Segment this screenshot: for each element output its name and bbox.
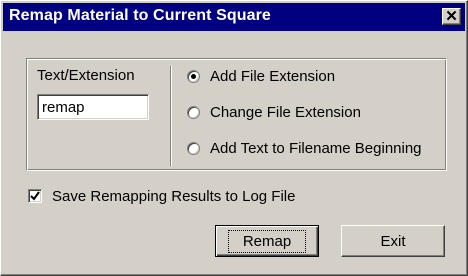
window-title: Remap Material to Current Square [9, 7, 271, 24]
remap-button[interactable]: Remap [215, 225, 319, 257]
exit-button-label: Exit [380, 232, 406, 250]
remap-options-group: Text/Extension Add File Extension Change… [26, 58, 447, 171]
close-button[interactable]: ✕ [442, 8, 461, 25]
close-icon: ✕ [445, 8, 458, 25]
radio-change-file-extension-label: Change File Extension [210, 103, 361, 121]
save-log-checkbox[interactable] [28, 189, 42, 203]
radio-add-text-to-filename-indicator[interactable] [187, 141, 200, 155]
checkmark-icon [30, 191, 40, 201]
radio-add-text-to-filename-label: Add Text to Filename Beginning [210, 139, 422, 157]
radio-add-file-extension[interactable]: Add File Extension [187, 65, 335, 87]
radio-add-file-extension-label: Add File Extension [210, 67, 336, 85]
group-divider [170, 66, 172, 166]
remap-button-label: Remap [227, 229, 307, 253]
text-extension-input[interactable] [37, 94, 149, 120]
title-bar[interactable]: Remap Material to Current Square ✕ [3, 3, 465, 31]
save-log-option[interactable]: Save Remapping Results to Log File [28, 185, 295, 207]
exit-button[interactable]: Exit [341, 225, 445, 257]
radio-change-file-extension[interactable]: Change File Extension [187, 101, 361, 123]
dialog-window: Remap Material to Current Square ✕ Text/… [0, 0, 468, 276]
radio-add-text-to-filename[interactable]: Add Text to Filename Beginning [187, 137, 422, 159]
save-log-label: Save Remapping Results to Log File [52, 187, 296, 205]
text-extension-label: Text/Extension [37, 67, 135, 84]
radio-change-file-extension-indicator[interactable] [187, 105, 200, 119]
radio-add-file-extension-indicator[interactable] [187, 69, 200, 83]
